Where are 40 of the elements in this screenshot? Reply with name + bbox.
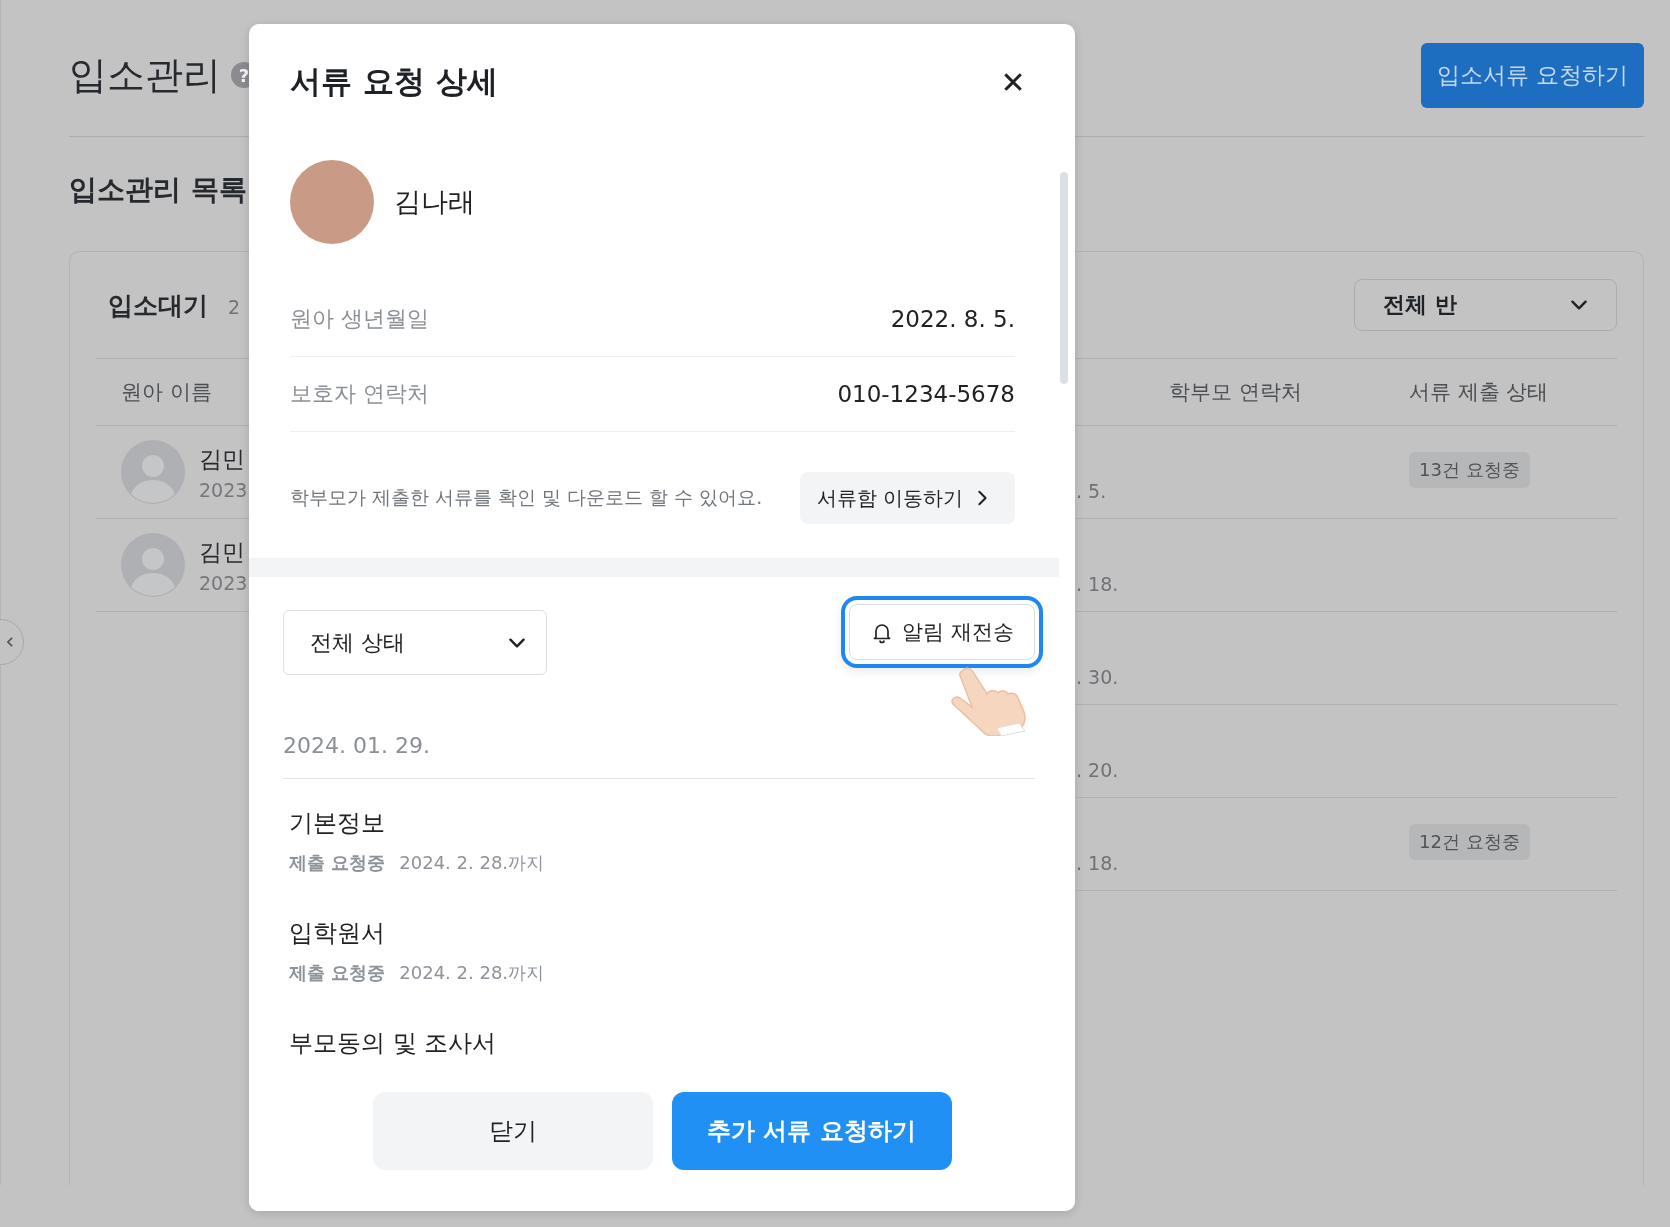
dialog-title: 서류 요청 상세 [290,62,498,101]
due-date: 2024. 2. 28.까지 [399,851,545,875]
scrollbar[interactable] [1060,172,1068,384]
document-status: 제출 요청중 [289,961,386,985]
document-status: 제출 요청중 [289,851,386,875]
tab-label[interactable]: 입소대기 [108,288,208,322]
child-name: 김나래 [394,185,475,219]
child-name: 김민 [199,444,246,474]
date-text: . 18. [1076,573,1119,595]
close-dialog-button[interactable]: 닫기 [372,1092,653,1170]
field-value: 010-1234-5678 [837,381,1015,407]
document-folder-button[interactable]: 서류함 이동하기 [799,472,1015,524]
section-title: 입소관리 목록 [69,172,247,208]
status-badge: 12건 요청중 [1409,824,1530,860]
status-select[interactable]: 전체 상태 [283,610,547,675]
notice-text: 학부모가 제출한 서류를 확인 및 다운로드 할 수 있어요. [290,485,763,510]
page-title: 입소관리 [69,51,221,99]
column-header: 원아 이름 [120,379,213,406]
close-button[interactable]: ✕ [993,62,1033,102]
due-date: 2024. 2. 28.까지 [399,961,545,985]
child-name: 김민 [199,537,246,567]
date-text: . 30. [1076,666,1119,688]
status-badge: 13건 요청중 [1409,452,1530,488]
document-title[interactable]: 기본정보 [289,807,1035,839]
field-label: 보호자 연락처 [290,380,429,408]
request-documents-button[interactable]: 입소서류 요청하기 [1421,42,1644,108]
birth-date: 2023 [199,478,248,501]
document-title[interactable]: 입학원서 [289,917,1035,949]
date-text: . 5. [1076,480,1107,502]
document-title[interactable]: 부모동의 및 조사서 [289,1027,1035,1059]
date-text: . 18. [1076,852,1119,874]
class-select[interactable]: 전체 반 [1354,279,1617,331]
column-header: 서류 제출 상태 [1409,379,1550,406]
column-header: 학부모 연락처 [1169,379,1303,406]
tab-count: 2 [228,295,241,318]
birth-date: 2023 [199,571,248,594]
date-heading: 2024. 01. 29. [283,733,1035,779]
date-text: . 20. [1076,759,1119,781]
field-value: 2022. 8. 5. [890,306,1015,332]
field-label: 원아 생년월일 [290,305,429,333]
